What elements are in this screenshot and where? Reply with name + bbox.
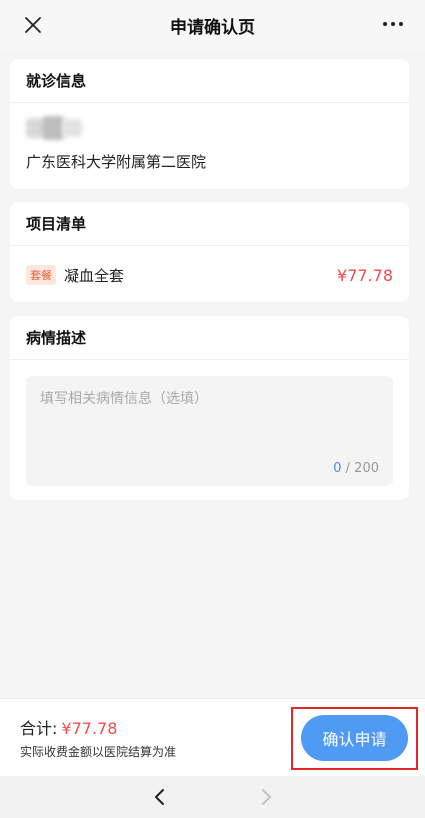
page-title: 申请确认页 (170, 17, 255, 38)
top-bar: 申请确认页 (0, 0, 425, 50)
bottom-bar: 合计: ¥77.78 实际收费金额以医院结算为准 确认申请 (0, 698, 425, 776)
bottom-navigation (0, 776, 425, 818)
char-count: 0 (333, 461, 342, 476)
total-line: 合计: ¥77.78 (20, 715, 117, 739)
char-max: 200 (354, 461, 379, 476)
visit-info-title: 就诊信息 (10, 59, 409, 103)
package-tag: 套餐 (26, 265, 56, 285)
char-counter: 0 / 200 (333, 461, 379, 476)
list-item: 套餐 凝血全套 ¥77.78 (26, 260, 393, 290)
confirm-button-highlight: 确认申请 (291, 707, 418, 770)
hospital-name: 广东医科大学附属第二医院 (26, 153, 207, 171)
items-card: 项目清单 套餐 凝血全套 ¥77.78 (10, 202, 409, 302)
description-card: 病情描述 填写相关病情信息（选填） 0 / 200 (10, 316, 409, 500)
blurred-patient-name (26, 114, 88, 142)
settlement-note: 实际收费金额以医院结算为准 (20, 745, 177, 759)
close-icon[interactable] (18, 10, 48, 40)
items-title: 项目清单 (10, 202, 409, 246)
item-name: 凝血全套 (64, 266, 125, 285)
chevron-right-icon[interactable] (248, 779, 284, 815)
description-textarea[interactable]: 填写相关病情信息（选填） 0 / 200 (26, 376, 393, 486)
chevron-left-icon[interactable] (142, 779, 178, 815)
description-title: 病情描述 (10, 316, 409, 360)
total-label: 合计: (20, 719, 58, 738)
confirm-apply-button[interactable]: 确认申请 (301, 715, 408, 761)
more-dots-icon[interactable] (377, 12, 409, 36)
item-price: ¥77.78 (337, 265, 393, 285)
description-placeholder: 填写相关病情信息（选填） (40, 391, 208, 407)
total-amount: ¥77.78 (61, 719, 118, 738)
visit-info-card: 就诊信息 广东医科大学附属第二医院 (10, 59, 409, 189)
